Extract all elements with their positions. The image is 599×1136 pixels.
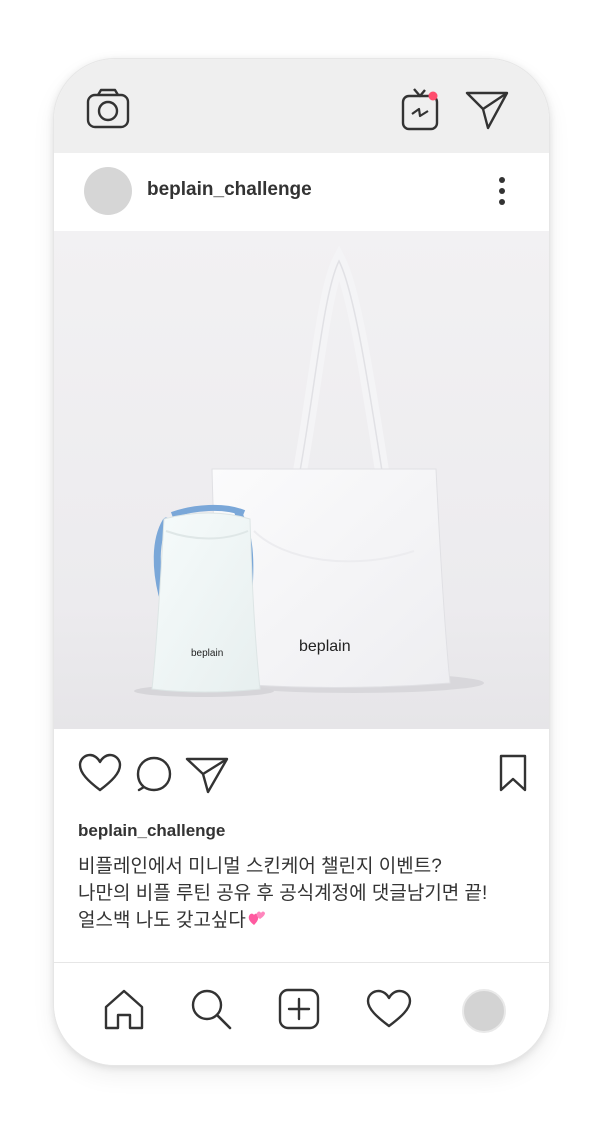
top-bar — [54, 59, 549, 153]
pouch-logo: beplain — [191, 648, 223, 659]
post-image[interactable]: beplain beplain — [54, 231, 549, 729]
notification-dot — [428, 91, 438, 101]
igtv-icon[interactable] — [401, 87, 439, 131]
comment-icon[interactable] — [136, 755, 172, 793]
two-hearts-emoji-icon — [248, 911, 265, 925]
bookmark-icon[interactable] — [498, 753, 528, 793]
caption-line: 얼스백 나도 갖고싶다 — [78, 910, 246, 931]
direct-icon[interactable] — [464, 89, 510, 131]
share-icon[interactable] — [184, 755, 230, 795]
avatar[interactable] — [84, 167, 132, 215]
like-icon[interactable] — [78, 753, 122, 793]
post-username[interactable]: beplain_challenge — [147, 179, 312, 201]
activity-icon[interactable] — [366, 989, 412, 1029]
add-icon[interactable] — [278, 988, 320, 1030]
camera-icon[interactable] — [86, 87, 130, 131]
phone-frame: beplain_challenge beplain beplain beplai… — [53, 58, 550, 1066]
more-icon[interactable] — [492, 175, 512, 207]
post-actions — [54, 729, 549, 819]
home-icon[interactable] — [102, 987, 146, 1031]
caption-line: 비플레인에서 미니멀 스킨케어 챌린지 이벤트? — [78, 856, 442, 877]
caption-username[interactable]: beplain_challenge — [78, 821, 225, 841]
tote-logo: beplain — [299, 638, 351, 655]
post-header: beplain_challenge — [54, 153, 549, 231]
search-icon[interactable] — [189, 987, 233, 1031]
bottom-nav — [54, 962, 549, 1065]
caption-line: 나만의 비플 루틴 공유 후 공식계정에 댓글남기면 끝! — [78, 883, 488, 904]
caption-text: 비플레인에서 미니멀 스킨케어 챌린지 이벤트? 나만의 비플 루틴 공유 후 … — [78, 853, 538, 934]
profile-avatar[interactable] — [462, 989, 506, 1033]
